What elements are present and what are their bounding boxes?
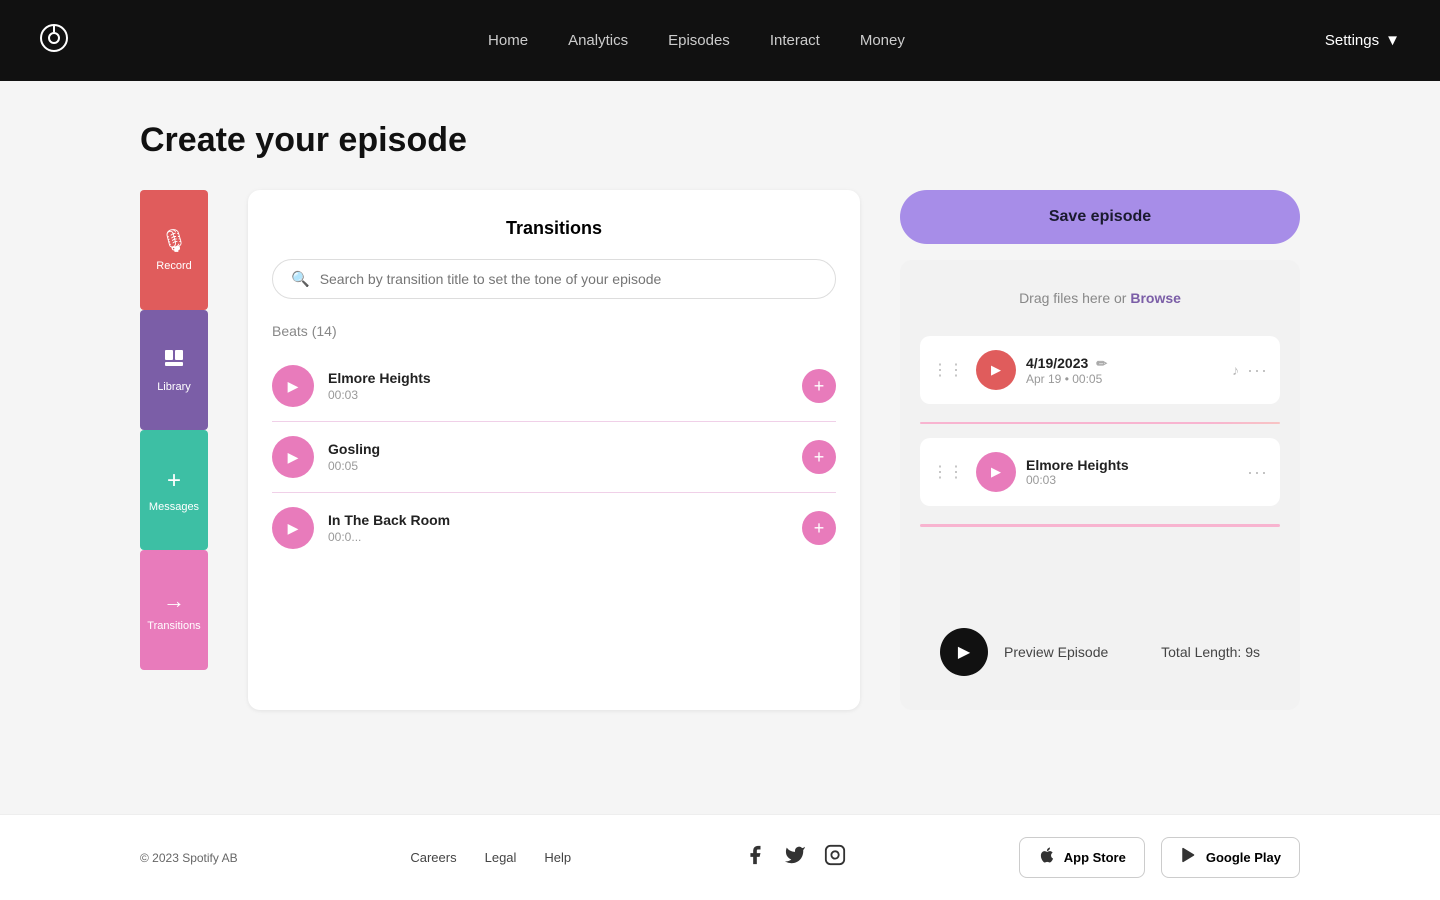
google-play-button[interactable]: Google Play (1161, 837, 1300, 878)
drag-handle[interactable]: ⋮⋮ (932, 462, 964, 482)
edit-icon[interactable]: ✏ (1096, 356, 1107, 371)
navbar: Home Analytics Episodes Interact Money S… (0, 0, 1440, 81)
beat-duration: 00:05 (328, 459, 380, 473)
preview-label: Preview Episode (1004, 644, 1108, 660)
google-play-icon (1180, 846, 1198, 869)
settings-menu[interactable]: Settings ▼ (1325, 32, 1400, 49)
sidebar-item-record[interactable]: 🎙 Record (140, 190, 208, 310)
footer: © 2023 Spotify AB Careers Legal Help App… (0, 814, 1440, 900)
beat-item: ▶ Gosling 00:05 + (272, 422, 836, 493)
beat-duration: 00:03 (328, 388, 431, 402)
track-item-recording: ⋮⋮ ▶ 4/19/2023 ✏ Apr 19 • 00:05 ♪ ··· (920, 336, 1280, 404)
drag-area: Drag files here or Browse (920, 280, 1280, 316)
sidebar-item-messages[interactable]: + Messages (140, 430, 208, 550)
sidebar-item-library[interactable]: Library (140, 310, 208, 430)
instagram-icon[interactable] (824, 844, 846, 872)
footer-copyright: © 2023 Spotify AB (140, 851, 238, 865)
add-beat-button[interactable]: + (802, 511, 836, 545)
preview-play-button[interactable]: ▶ (940, 628, 988, 676)
transitions-panel: Transitions 🔍 Beats (14) ▶ Elmore Height… (248, 190, 860, 710)
footer-links: Careers Legal Help (410, 850, 571, 865)
footer-store-buttons: App Store Google Play (1019, 837, 1300, 878)
nav-analytics[interactable]: Analytics (568, 32, 628, 49)
episode-tracks: Drag files here or Browse ⋮⋮ ▶ 4/19/2023… (900, 260, 1300, 710)
search-box: 🔍 (272, 259, 836, 299)
beat-item: ▶ In The Back Room 00:0... + (272, 493, 836, 563)
nav-money[interactable]: Money (860, 32, 905, 49)
beat-title: Gosling (328, 441, 380, 457)
beat-title: Elmore Heights (328, 370, 431, 386)
facebook-icon[interactable] (744, 844, 766, 872)
track-subtitle: 00:03 (1026, 473, 1237, 487)
track-divider (920, 422, 1280, 424)
play-button-elmore[interactable]: ▶ (272, 365, 314, 407)
beat-title: In The Back Room (328, 512, 450, 528)
track-subtitle: Apr 19 • 00:05 (1026, 372, 1222, 386)
beat-item: ▶ Elmore Heights 00:03 + (272, 351, 836, 422)
messages-icon: + (167, 467, 181, 495)
preview-bar: ▶ Preview Episode Total Length: 9s (920, 614, 1280, 690)
total-length: Total Length: 9s (1161, 644, 1260, 660)
search-input[interactable] (320, 271, 817, 287)
nav-logo (40, 24, 68, 58)
nav-links: Home Analytics Episodes Interact Money (488, 32, 905, 49)
apple-icon (1038, 846, 1056, 869)
transitions-title: Transitions (272, 218, 836, 239)
more-options-icon[interactable]: ··· (1247, 360, 1268, 381)
add-beat-button[interactable]: + (802, 369, 836, 403)
nav-interact[interactable]: Interact (770, 32, 820, 49)
more-options-icon[interactable]: ··· (1247, 462, 1268, 483)
play-button-transition[interactable]: ▶ (976, 452, 1016, 492)
footer-help[interactable]: Help (544, 850, 571, 865)
play-button-backroom[interactable]: ▶ (272, 507, 314, 549)
main-content: Create your episode 🎙 Record Library + (0, 81, 1440, 814)
page-title: Create your episode (140, 121, 1300, 160)
add-beat-button[interactable]: + (802, 440, 836, 474)
save-episode-button[interactable]: Save episode (900, 190, 1300, 244)
beat-duration: 00:0... (328, 530, 450, 544)
right-panel: Save episode Drag files here or Browse ⋮… (900, 190, 1300, 710)
play-button-gosling[interactable]: ▶ (272, 436, 314, 478)
track-title: 4/19/2023 ✏ (1026, 355, 1222, 372)
beats-header: Beats (14) (272, 323, 836, 339)
track-title: Elmore Heights (1026, 457, 1237, 473)
transitions-icon: → (163, 588, 185, 614)
twitter-icon[interactable] (784, 844, 806, 872)
drag-handle[interactable]: ⋮⋮ (932, 360, 964, 380)
footer-social (744, 844, 846, 872)
track-item-transition: ⋮⋮ ▶ Elmore Heights 00:03 ··· (920, 438, 1280, 506)
music-icon: ♪ (1232, 362, 1239, 378)
sidebar-item-transitions[interactable]: → Transitions (140, 550, 208, 670)
footer-careers[interactable]: Careers (410, 850, 456, 865)
library-icon (163, 347, 185, 375)
footer-legal[interactable]: Legal (485, 850, 517, 865)
search-icon: 🔍 (291, 270, 310, 288)
microphone-icon: 🎙 (160, 228, 188, 254)
nav-home[interactable]: Home (488, 32, 528, 49)
browse-link[interactable]: Browse (1130, 290, 1181, 306)
play-button-recording[interactable]: ▶ (976, 350, 1016, 390)
sidebar: 🎙 Record Library + Messages → (140, 190, 208, 710)
nav-episodes[interactable]: Episodes (668, 32, 730, 49)
chevron-down-icon: ▼ (1385, 32, 1400, 49)
app-store-button[interactable]: App Store (1019, 837, 1145, 878)
